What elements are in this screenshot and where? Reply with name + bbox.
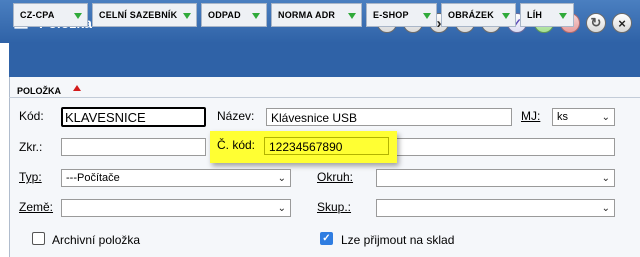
tab-norma-adr[interactable]: NORMA ADR <box>271 3 362 27</box>
okruh-select[interactable]: ⌄ <box>376 169 615 187</box>
zkr-label: Zkr.: <box>19 140 43 154</box>
tab-strip <box>9 43 640 77</box>
mj-label: MJ: <box>521 109 540 123</box>
dropdown-arrow-icon <box>502 13 510 19</box>
subtab-polozka[interactable]: POLOŽKA <box>17 86 61 96</box>
okruh-label: Okruh: <box>317 170 353 184</box>
tab-label: E-SHOP <box>373 10 409 20</box>
tab-celni-sazebnik[interactable]: CELNÍ SAZEBNÍK <box>92 3 197 27</box>
refresh-icon: ↻ <box>590 15 602 30</box>
tab-label: NORMA ADR <box>278 10 336 20</box>
zeme-select[interactable]: ⌄ <box>61 199 291 217</box>
tab-label: ODPAD <box>208 10 241 20</box>
tab-label: LÍH <box>527 10 543 20</box>
form-panel <box>9 77 640 257</box>
dropdown-arrow-icon <box>252 13 260 19</box>
sklad-label: Lze přijmout na sklad <box>341 233 455 247</box>
kod-label: Kód: <box>19 109 44 123</box>
archiv-label: Archivní položka <box>52 233 141 247</box>
zkr-input[interactable] <box>61 138 206 156</box>
okruh-label-text: Okruh: <box>317 170 354 184</box>
tab-cz-cpa[interactable]: CZ-CPA <box>13 3 88 27</box>
mj-select-value: ks <box>557 111 568 123</box>
typ-select[interactable]: ---Počítače ⌄ <box>61 169 291 187</box>
divider <box>9 97 640 98</box>
zkr-extra-input[interactable] <box>396 138 615 156</box>
ckod-input[interactable]: 12234567890 <box>264 137 389 155</box>
refresh-button[interactable]: ↻ <box>586 13 606 33</box>
tab-label: CELNÍ SAZEBNÍK <box>99 10 178 20</box>
typ-select-value: ---Počítače <box>66 172 120 184</box>
dropdown-arrow-icon <box>348 13 356 19</box>
dropdown-arrow-icon <box>183 13 191 19</box>
chevron-down-icon: ⌄ <box>601 112 610 123</box>
mj-select[interactable]: ks ⌄ <box>552 108 615 126</box>
tab-e-shop[interactable]: E-SHOP <box>366 3 437 27</box>
dropdown-arrow-icon <box>423 13 431 19</box>
chevron-down-icon: ⌄ <box>601 203 610 214</box>
typ-label: Typ: <box>19 170 42 184</box>
zeme-label: Země: <box>19 200 53 214</box>
tab-label: CZ-CPA <box>20 10 55 20</box>
archiv-checkbox[interactable] <box>32 232 45 245</box>
close-button[interactable]: × <box>612 13 632 33</box>
zeme-label-text: Země: <box>19 200 54 214</box>
sklad-checkbox[interactable]: ✓ <box>320 232 333 245</box>
ckod-label: Č. kód: <box>217 138 256 152</box>
tab-odpad[interactable]: ODPAD <box>201 3 267 27</box>
close-icon: × <box>618 15 626 31</box>
dropdown-arrow-icon <box>559 13 567 19</box>
tab-label: OBRÁZEK <box>448 10 494 20</box>
chevron-down-icon: ⌄ <box>277 203 286 214</box>
skup-label-text: Skup.: <box>317 200 352 214</box>
collapse-arrow-icon[interactable] <box>73 85 81 91</box>
check-icon: ✓ <box>322 233 331 244</box>
skup-label: Skup.: <box>317 200 351 214</box>
nazev-input[interactable]: Klávesnice USB <box>266 108 512 126</box>
tab-lih[interactable]: LÍH <box>520 3 574 27</box>
kod-input[interactable]: KLAVESNICE <box>61 107 206 127</box>
nazev-label: Název: <box>217 109 255 123</box>
chevron-down-icon: ⌄ <box>277 173 286 184</box>
typ-label-text: Typ: <box>19 170 42 184</box>
chevron-down-icon: ⌄ <box>601 173 610 184</box>
dropdown-arrow-icon <box>74 13 82 19</box>
mj-label-text: MJ: <box>521 109 541 123</box>
tab-obrazek[interactable]: OBRÁZEK <box>441 3 516 27</box>
skup-select[interactable]: ⌄ <box>376 199 615 217</box>
